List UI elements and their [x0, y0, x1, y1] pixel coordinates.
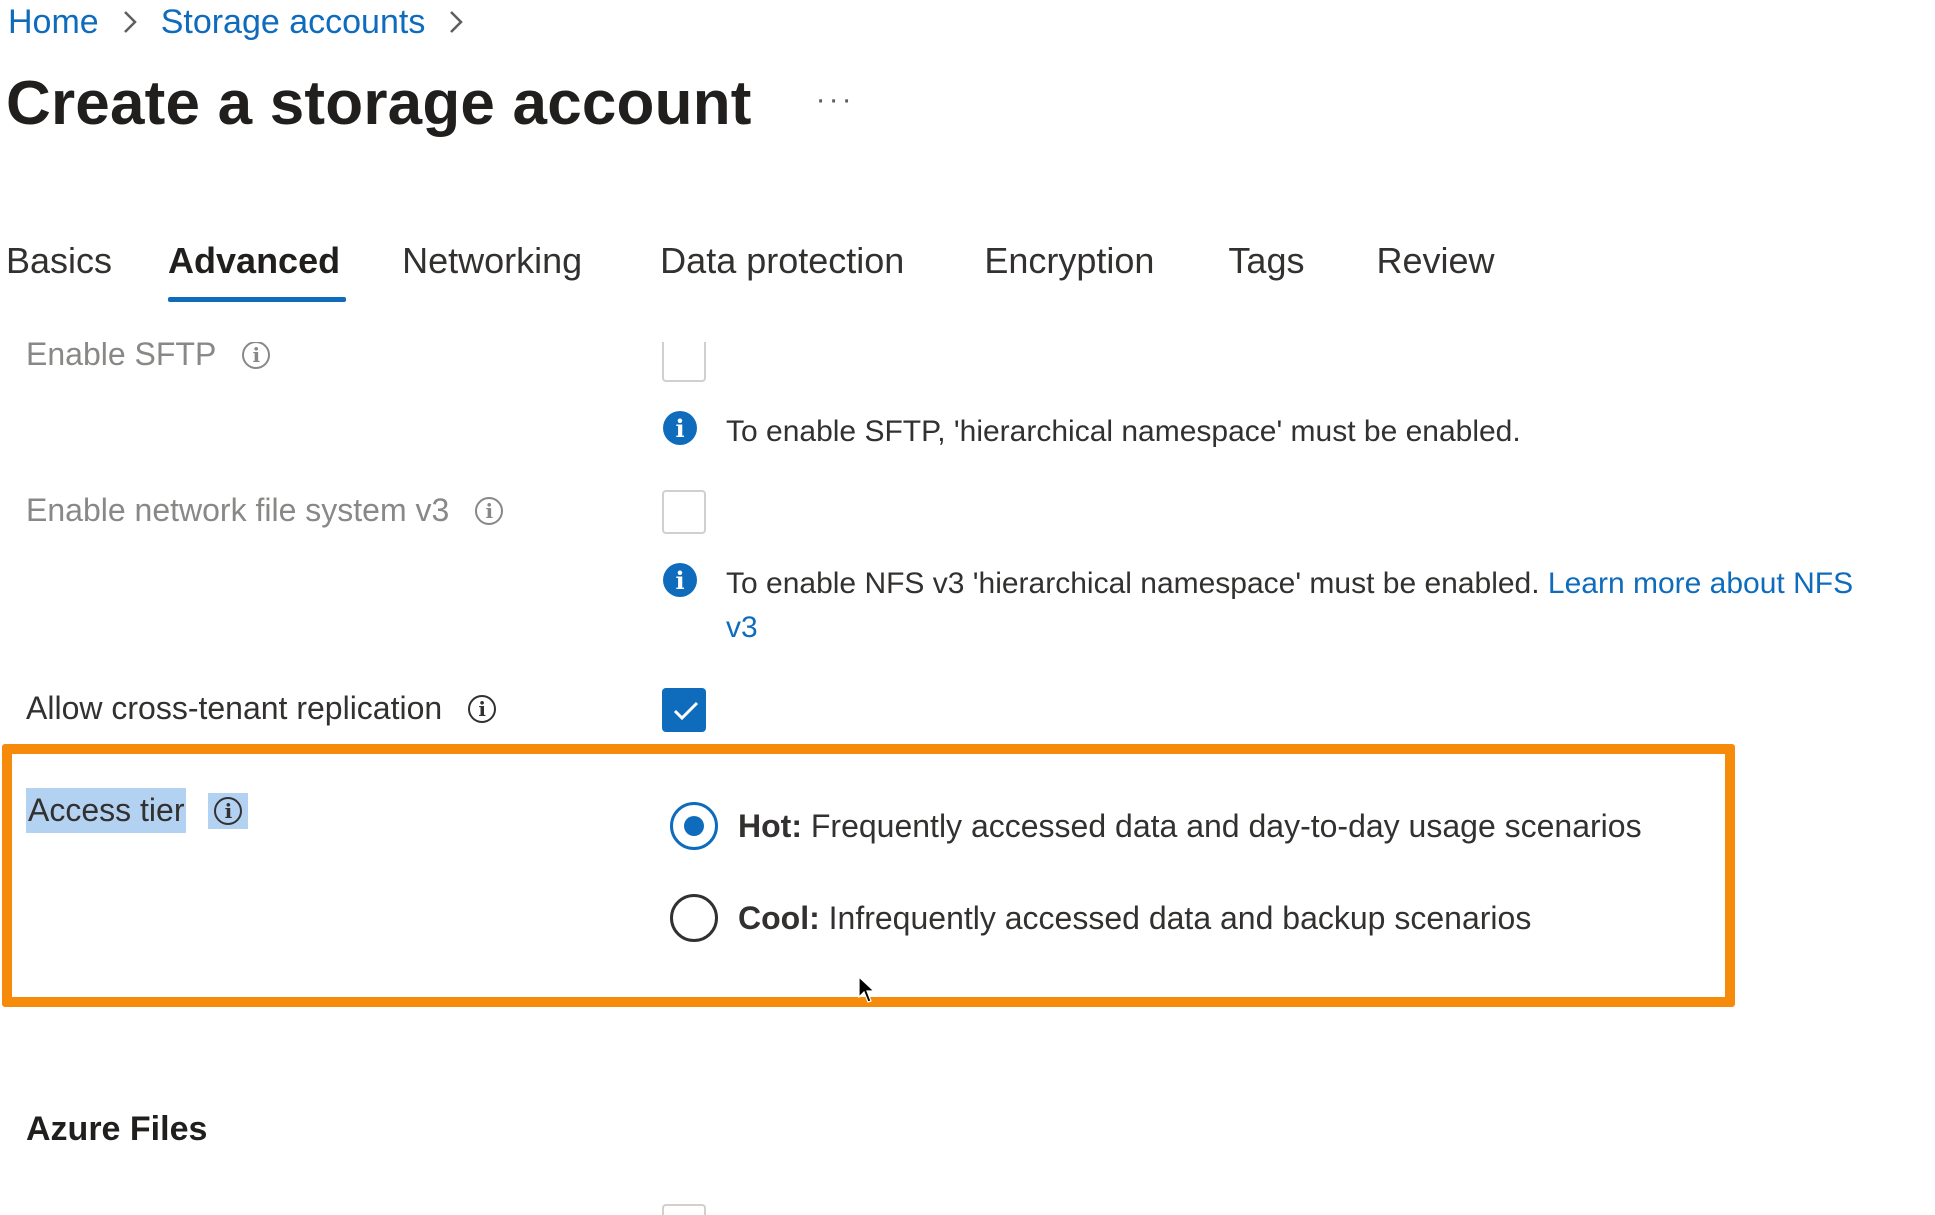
cross-tenant-setting-label: Allow cross-tenant replication i	[26, 690, 497, 727]
cool-option-description: Infrequently accessed data and backup sc…	[828, 899, 1532, 936]
breadcrumb-home-link[interactable]: Home	[8, 3, 99, 42]
tab-bar: Basics Advanced Networking Data protecti…	[6, 240, 1495, 302]
create-storage-account-page: Home Storage accounts Create a storage a…	[0, 0, 1935, 1215]
info-icon[interactable]: i	[242, 342, 271, 369]
tab-data-protection[interactable]: Data protection	[660, 240, 904, 302]
access-tier-label-text: Access tier	[26, 788, 187, 833]
info-icon[interactable]: i	[475, 496, 504, 525]
access-tier-label: Access tier i	[26, 788, 249, 833]
checkmark-icon	[673, 701, 699, 721]
access-tier-cool-option[interactable]: Cool: Infrequently accessed data and bac…	[670, 894, 1531, 942]
info-icon[interactable]: i	[214, 796, 243, 825]
breadcrumb: Home Storage accounts	[8, 0, 464, 44]
cool-radio[interactable]	[670, 894, 718, 942]
nfs-label-text: Enable network file system v3	[26, 492, 450, 528]
azure-files-section-title: Azure Files	[26, 1110, 208, 1148]
access-tier-highlight-box	[2, 744, 1735, 1007]
more-options-button[interactable]: ···	[816, 83, 855, 117]
breadcrumb-storage-accounts-link[interactable]: Storage accounts	[161, 3, 426, 42]
nfs-note: To enable NFS v3 'hierarchical namespace…	[726, 562, 1866, 650]
chevron-right-icon	[449, 10, 464, 34]
nfs-setting-label: Enable network file system v3 i	[26, 492, 504, 529]
info-filled-icon: i	[663, 411, 697, 445]
tab-basics[interactable]: Basics	[6, 240, 112, 302]
cool-option-text: Cool: Infrequently accessed data and bac…	[738, 900, 1531, 937]
info-icon-wrapper: i	[208, 792, 249, 829]
cross-tenant-checkbox[interactable]	[662, 688, 706, 732]
tab-encryption[interactable]: Encryption	[984, 240, 1154, 302]
azure-files-checkbox[interactable]	[662, 1204, 706, 1215]
sftp-checkbox[interactable]	[662, 342, 706, 382]
sftp-setting-label: Enable SFTP i	[26, 342, 271, 373]
nfs-checkbox[interactable]	[662, 490, 706, 534]
access-tier-hot-option[interactable]: Hot: Frequently accessed data and day-to…	[670, 802, 1642, 850]
tab-tags[interactable]: Tags	[1228, 240, 1304, 302]
mouse-cursor-icon	[858, 976, 876, 1003]
chevron-right-icon	[123, 10, 137, 34]
info-icon[interactable]: i	[468, 694, 497, 723]
tab-review[interactable]: Review	[1376, 240, 1494, 302]
hot-option-text: Hot: Frequently accessed data and day-to…	[738, 808, 1642, 845]
hot-option-name: Hot:	[738, 807, 802, 844]
title-row: Create a storage account ···	[6, 68, 855, 139]
sftp-note: To enable SFTP, 'hierarchical namespace'…	[726, 415, 1521, 448]
cross-tenant-label-text: Allow cross-tenant replication	[26, 690, 443, 726]
sftp-label-text: Enable SFTP	[26, 342, 217, 372]
nfs-note-text: To enable NFS v3 'hierarchical namespace…	[726, 567, 1540, 600]
cool-option-name: Cool:	[738, 899, 820, 936]
page-title: Create a storage account	[6, 69, 752, 138]
tab-networking[interactable]: Networking	[402, 240, 582, 302]
hot-radio[interactable]	[670, 802, 718, 850]
hot-option-description: Frequently accessed data and day-to-day …	[810, 807, 1642, 844]
info-filled-icon: i	[663, 563, 697, 597]
tab-advanced[interactable]: Advanced	[168, 240, 347, 302]
